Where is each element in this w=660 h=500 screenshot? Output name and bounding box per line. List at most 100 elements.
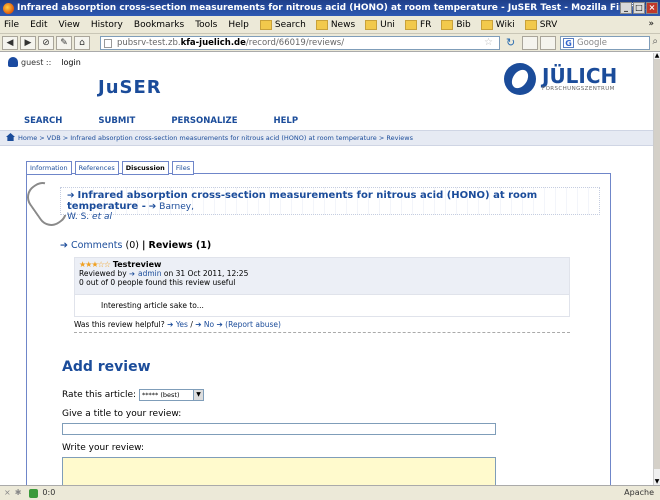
breadcrumb-text[interactable]: Home > VDB > Infrared absorption cross-s… [18, 134, 413, 142]
record-author[interactable]: Barney, [159, 202, 194, 212]
toolbar-addon-button-2[interactable] [540, 36, 556, 50]
menu-edit[interactable]: Edit [30, 20, 47, 30]
vertical-scrollbar[interactable]: ▲ ▼ [653, 53, 660, 485]
arrow-icon: ➔ [60, 240, 68, 251]
rate-row: Rate this article: ***** (best) ▼ [62, 389, 205, 401]
reviewer-link[interactable]: admin [138, 269, 162, 278]
review-title-input[interactable] [62, 423, 496, 435]
nav-search[interactable]: SEARCH [24, 116, 62, 126]
forward-button[interactable]: ▶ [20, 35, 36, 50]
user-bar: guest :: login [8, 57, 81, 67]
navigation-toolbar: ◀ ▶ ⊘ ✎ ⌂ pubsrv-test.zb.kfa-juelich.de/… [0, 34, 660, 52]
bookmark-fr[interactable]: FR [404, 19, 431, 30]
nav-personalize[interactable]: PERSONALIZE [171, 116, 237, 126]
home-button[interactable]: ⌂ [74, 35, 90, 50]
maximize-button[interactable]: □ [633, 2, 645, 14]
bookmark-srv[interactable]: SRV [524, 19, 557, 30]
review-useful: 0 out of 0 people found this review usef… [79, 278, 236, 287]
main-nav: SEARCH SUBMIT PERSONALIZE HELP [24, 116, 334, 126]
report-abuse-link[interactable]: (Report abuse) [225, 320, 281, 329]
arrow-icon: ➔ [67, 191, 75, 201]
url-input[interactable]: pubsrv-test.zb.kfa-juelich.de/record/660… [100, 36, 500, 50]
review-body: Interesting article sake to... [74, 295, 570, 317]
status-bar: × ✱ 0:0 Apache [0, 485, 660, 500]
juser-logo[interactable]: JuSER [98, 77, 162, 98]
rating-select[interactable]: ***** (best) ▼ [139, 389, 205, 401]
review-item: ★★★☆☆ Testreview Reviewed by ➔ admin on 31… [74, 257, 570, 341]
menu-file[interactable]: File [4, 20, 19, 30]
folder-icon [524, 19, 537, 30]
bookmark-news[interactable]: News [315, 19, 355, 30]
scrollbar-thumb[interactable] [654, 59, 660, 469]
bookmark-wiki[interactable]: Wiki [480, 19, 515, 30]
menu-help[interactable]: Help [228, 20, 249, 30]
arrow-icon: ➔ [129, 270, 135, 278]
bookmark-uni[interactable]: Uni [365, 19, 395, 30]
menu-tools[interactable]: Tools [195, 20, 217, 30]
google-icon: G [563, 38, 574, 48]
tab-references[interactable]: References [74, 161, 119, 175]
menu-bar: File Edit View History Bookmarks Tools H… [0, 16, 660, 34]
edit-icon-button[interactable]: ✎ [56, 35, 72, 50]
bookmark-bib[interactable]: Bib [441, 19, 471, 30]
record-title[interactable]: Infrared absorption cross-section measur… [67, 190, 537, 212]
home-icon[interactable] [6, 133, 15, 141]
firefox-icon [3, 2, 14, 14]
stop-button[interactable]: ⊘ [38, 35, 54, 50]
search-icon[interactable]: ⌕ [652, 36, 658, 47]
julich-logo[interactable]: JÜLICH FORSCHUNGSZENTRUM [504, 63, 617, 95]
helpful-no-link[interactable]: No [204, 320, 214, 329]
bookmark-search[interactable]: Search [259, 19, 306, 30]
nav-help[interactable]: HELP [274, 116, 299, 126]
toolbar-addon-button[interactable] [522, 36, 538, 50]
discussion-header: ➔ Comments (0) | Reviews (1) [60, 240, 211, 251]
menu-bookmarks[interactable]: Bookmarks [134, 20, 184, 30]
nav-submit[interactable]: SUBMIT [98, 116, 135, 126]
review-textarea[interactable] [62, 457, 496, 485]
close-icon[interactable]: × [4, 486, 11, 500]
tab-bar: Information References Discussion Files [26, 161, 195, 175]
add-review-heading: Add review [62, 359, 151, 375]
bookmark-star-icon[interactable]: ☆ [484, 37, 493, 48]
bookmarks-more-button[interactable]: » [648, 19, 654, 29]
page-content: guest :: login JuSER JÜLICH FORSCHUNGSZE… [0, 53, 653, 485]
reviews-label: Reviews (1) [148, 240, 212, 251]
reload-icon[interactable]: ↻ [506, 36, 515, 49]
folder-icon [315, 19, 328, 30]
chevron-down-icon: ▼ [193, 390, 204, 400]
tab-files[interactable]: Files [171, 161, 195, 175]
minimize-button[interactable]: _ [620, 2, 632, 14]
window-titlebar: Infrared absorption cross-section measur… [0, 0, 660, 16]
folder-icon [404, 19, 417, 30]
rating-stars-icon: ★★★☆☆ [79, 260, 111, 269]
comments-count: (0) [125, 240, 139, 251]
menu-view[interactable]: View [59, 20, 80, 30]
page-icon [104, 39, 112, 48]
user-label: guest :: [21, 57, 52, 67]
record-title-box: ➔ Infrared absorption cross-section measu… [60, 187, 600, 222]
tab-discussion[interactable]: Discussion [121, 161, 169, 175]
review-header: ★★★☆☆ Testreview Reviewed by ➔ admin on 31… [74, 257, 570, 295]
folder-icon [441, 19, 454, 30]
close-button[interactable]: × [646, 2, 658, 14]
folder-icon [259, 19, 272, 30]
rate-label: Rate this article: [62, 390, 137, 400]
addon-icon[interactable]: ✱ [15, 486, 22, 500]
status-text: 0:0 [42, 488, 56, 497]
arrow-icon: ➔ [148, 202, 157, 212]
menu-history[interactable]: History [91, 20, 123, 30]
julich-mark-icon [504, 63, 536, 95]
search-input[interactable]: G Google [560, 36, 650, 50]
ok-icon [29, 488, 39, 498]
tab-information[interactable]: Information [26, 161, 72, 175]
record-author-cont[interactable]: W. S. [67, 212, 89, 222]
comments-link[interactable]: Comments [71, 240, 123, 251]
login-link[interactable]: login [61, 58, 81, 67]
user-icon [8, 57, 18, 67]
window-title: Infrared absorption cross-section measur… [17, 3, 646, 13]
back-button[interactable]: ◀ [2, 35, 18, 50]
separator: | [142, 240, 146, 251]
status-right: Apache [624, 488, 654, 497]
folder-icon [480, 19, 493, 30]
helpful-yes-link[interactable]: Yes [176, 320, 188, 329]
